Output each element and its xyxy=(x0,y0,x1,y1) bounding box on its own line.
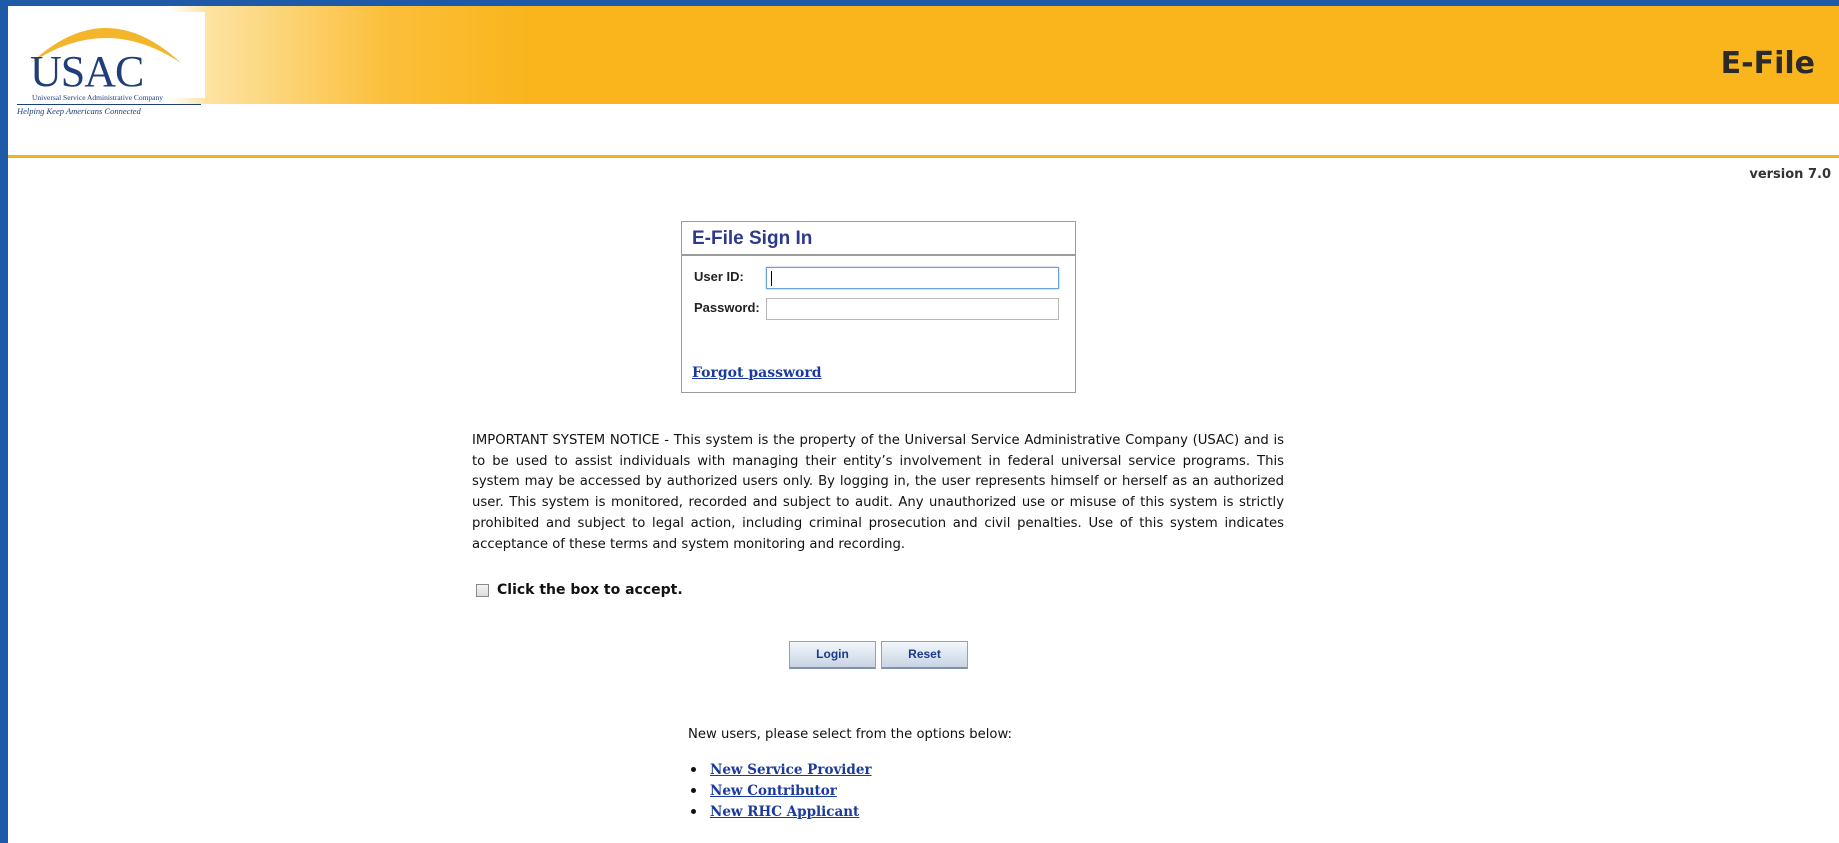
bullet-icon xyxy=(691,767,696,772)
header-divider xyxy=(8,155,1839,158)
user-id-row: User ID: xyxy=(694,263,766,289)
page-header: USAC Universal Service Administrative Co… xyxy=(8,6,1839,116)
new-contributor-link[interactable]: New Contributor xyxy=(710,783,837,799)
accept-checkbox[interactable] xyxy=(476,583,489,597)
password-row: Password: xyxy=(694,294,766,320)
user-id-label: User ID: xyxy=(694,268,744,284)
text-caret xyxy=(771,271,772,286)
new-service-provider-link[interactable]: New Service Provider xyxy=(710,762,872,778)
accept-row: Click the box to accept. xyxy=(476,582,683,598)
bullet-icon xyxy=(691,809,696,814)
accept-label[interactable]: Click the box to accept. xyxy=(497,582,683,598)
app-title: E-File xyxy=(1720,46,1815,81)
list-item: New Service Provider xyxy=(688,759,872,780)
logo-company-name: Universal Service Administrative Company xyxy=(32,93,164,102)
logo-divider xyxy=(17,104,201,105)
password-label: Password: xyxy=(694,299,760,315)
forgot-password-link[interactable]: Forgot password xyxy=(692,365,822,381)
signin-panel: E-File Sign In User ID: Password: Forgot… xyxy=(681,221,1076,393)
reset-button[interactable]: Reset xyxy=(881,641,968,669)
new-rhc-applicant-link[interactable]: New RHC Applicant xyxy=(710,804,859,820)
list-item: New RHC Applicant xyxy=(688,801,872,822)
password-input[interactable] xyxy=(766,298,1059,320)
signin-title: E-File Sign In xyxy=(682,222,1075,256)
new-users-list: New Service Provider New Contributor New… xyxy=(688,759,872,822)
new-users-intro: New users, please select from the option… xyxy=(688,727,1012,742)
system-notice: IMPORTANT SYSTEM NOTICE - This system is… xyxy=(472,433,1284,552)
list-item: New Contributor xyxy=(688,780,872,801)
bullet-icon xyxy=(691,788,696,793)
version-label: version 7.0 xyxy=(1749,167,1831,182)
login-button[interactable]: Login xyxy=(789,641,876,669)
logo-tagline: Helping Keep Americans Connected xyxy=(17,106,141,116)
window-left-border xyxy=(0,0,8,843)
logo-wordmark: USAC xyxy=(30,47,144,96)
user-id-input[interactable] xyxy=(766,267,1059,289)
